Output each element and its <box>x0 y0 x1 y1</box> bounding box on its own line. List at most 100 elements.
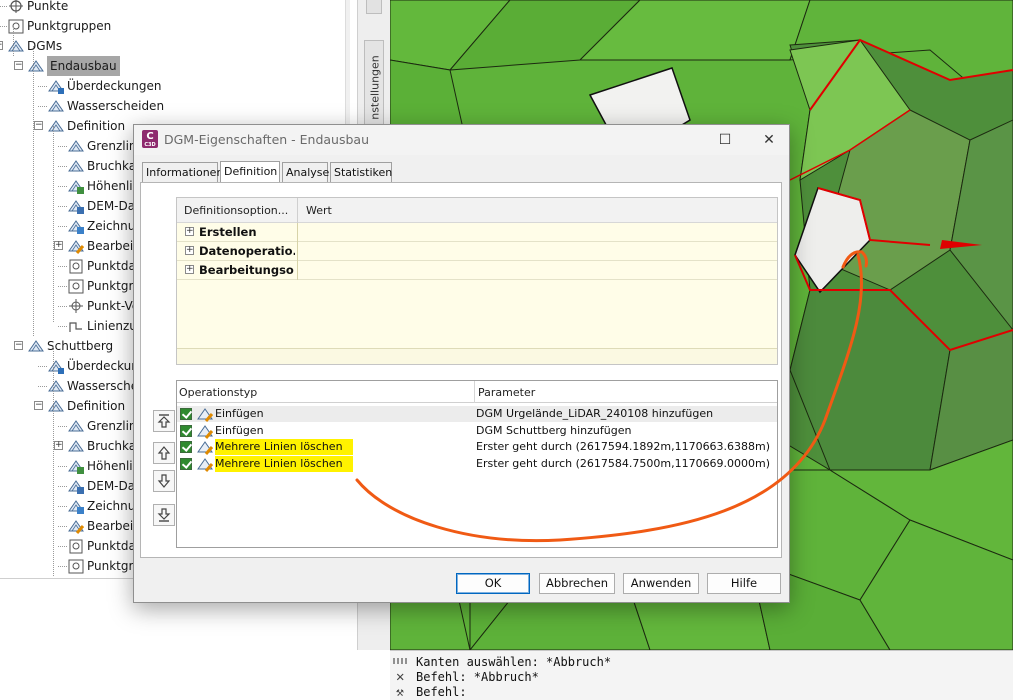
app-icon-letter: C <box>146 131 154 142</box>
collapse-icon[interactable]: − <box>0 41 3 50</box>
tab-statistiken[interactable]: Statistiken <box>330 162 392 183</box>
expand-icon[interactable]: + <box>54 241 63 250</box>
tree-item[interactable]: −DGMs <box>0 36 345 56</box>
point-files-icon <box>68 539 84 554</box>
tab-definition[interactable]: Definition <box>220 161 280 183</box>
palette-tab-stub[interactable] <box>366 0 382 14</box>
expand-icon[interactable]: + <box>185 246 194 255</box>
collapse-icon[interactable]: − <box>34 401 43 410</box>
command-line[interactable]: ✕ ⚒ Kanten auswählen: *Abbruch* Befehl: … <box>390 650 1013 700</box>
edits-icon <box>68 239 84 254</box>
edits-icon <box>68 519 84 534</box>
tree-item[interactable]: − Endausbau <box>0 56 345 76</box>
drawing-objects-icon <box>68 219 84 234</box>
tree-item[interactable]: Punktgruppen <box>0 16 345 36</box>
expand-icon[interactable]: + <box>185 265 194 274</box>
move-down-button[interactable] <box>153 470 175 492</box>
dem-files-icon <box>68 479 84 494</box>
operation-type: Mehrere Linien löschen <box>215 439 353 455</box>
palette-tab-label: nstellungen <box>368 55 382 120</box>
operation-enabled-checkbox[interactable] <box>180 457 192 470</box>
operation-enabled-checkbox[interactable] <box>180 408 192 420</box>
grid-row-datenoperationen[interactable]: + Datenoperatio... <box>177 242 777 261</box>
dialog-titlebar[interactable]: C C3D DGM-Eigenschaften - Endausbau ☐ ✕ <box>134 125 789 155</box>
surface-icon <box>28 339 44 354</box>
point-groups-icon <box>8 19 24 34</box>
maximize-icon[interactable]: ☐ <box>714 130 736 150</box>
collapse-icon[interactable]: − <box>14 341 23 350</box>
drawing-objects-icon <box>68 499 84 514</box>
definition-icon <box>48 399 64 414</box>
close-icon[interactable]: ✕ <box>396 669 404 685</box>
tree-connector <box>0 26 7 27</box>
palette-tab-einstellungen[interactable]: nstellungen <box>364 40 384 136</box>
column-divider <box>297 223 298 242</box>
move-to-top-button[interactable] <box>153 410 175 432</box>
point-files-icon <box>68 259 84 274</box>
tree-connector <box>33 46 34 336</box>
apply-button[interactable]: Anwenden <box>623 573 699 594</box>
column-header-option[interactable]: Definitionsoption... <box>184 204 288 217</box>
tab-analyse[interactable]: Analyse <box>282 162 329 183</box>
tab-informationen[interactable]: Informationen <box>142 162 223 183</box>
help-button[interactable]: Hilfe <box>707 573 781 594</box>
edit-operation-icon <box>197 439 214 455</box>
surface-properties-dialog: C C3D DGM-Eigenschaften - Endausbau ☐ ✕ … <box>133 124 790 603</box>
tree-connector <box>58 266 67 267</box>
move-up-button[interactable] <box>153 442 175 464</box>
operation-type: Mehrere Linien löschen <box>215 455 353 472</box>
grid-header: Definitionsoption... Wert <box>177 198 777 223</box>
watersheds-icon <box>48 99 64 114</box>
wrench-icon[interactable]: ⚒ <box>396 685 404 700</box>
tree-item-label: Definition <box>67 119 126 133</box>
tree-connector <box>58 186 67 187</box>
operations-list: Operationstyp Parameter Einfügen DGM Urge… <box>176 380 778 548</box>
arrow-bottom-icon <box>157 508 171 522</box>
operation-parameter: DGM Urgelände_LiDAR_240108 hinzufügen <box>476 407 714 420</box>
list-header: Operationstyp Parameter <box>177 381 777 403</box>
command-prompt[interactable]: Befehl: <box>416 685 467 700</box>
ok-button[interactable]: OK <box>456 573 530 594</box>
tree-item-label: Definition <box>67 399 126 413</box>
operation-row[interactable]: Mehrere Linien löschen Erster geht durch … <box>177 455 777 472</box>
collapse-icon[interactable]: − <box>34 121 43 130</box>
expand-icon[interactable]: + <box>54 441 63 450</box>
grid-row-erstellen[interactable]: + Erstellen <box>177 223 777 242</box>
operation-row[interactable]: Einfügen DGM Schuttberg hinzufügen <box>177 423 777 439</box>
tree-item[interactable]: Überdeckungen <box>0 76 345 96</box>
column-header-parameter[interactable]: Parameter <box>478 386 535 399</box>
dem-files-icon <box>68 199 84 214</box>
move-to-bottom-button[interactable] <box>153 504 175 526</box>
tree-item-label: DEM-Dat <box>87 479 140 493</box>
tree-connector <box>58 206 67 207</box>
operation-parameter: Erster geht durch (2617584.7500m,1170669… <box>476 456 771 470</box>
civil3d-app-icon: C C3D <box>142 130 158 148</box>
tree-item-label: Grenzlini <box>87 419 140 433</box>
column-header-operation-type[interactable]: Operationstyp <box>179 386 257 399</box>
cancel-button[interactable]: Abbrechen <box>539 573 615 594</box>
contours-icon <box>68 459 84 474</box>
breaklines-icon <box>68 159 84 174</box>
operation-enabled-checkbox[interactable] <box>180 441 192 453</box>
operation-row[interactable]: Mehrere Linien löschen Erster geht durch … <box>177 439 777 455</box>
point-survey-icon <box>68 299 84 314</box>
tree-item-label: Wasserschei <box>67 379 142 393</box>
tree-connector <box>53 126 54 322</box>
grip-icon[interactable] <box>393 658 409 664</box>
command-history-line: Kanten auswählen: *Abbruch* <box>416 655 612 669</box>
column-header-value[interactable]: Wert <box>306 204 332 217</box>
command-history-line: Befehl: *Abbruch* <box>416 670 539 684</box>
tree-connector <box>58 146 67 147</box>
tree-item[interactable]: Wasserscheiden <box>0 96 345 116</box>
tree-item[interactable]: Punkte <box>0 0 345 16</box>
grid-row-bearbeitungsoperationen[interactable]: + Bearbeitungso... <box>177 261 777 280</box>
arrow-up-icon <box>157 446 171 460</box>
operation-enabled-checkbox[interactable] <box>180 424 192 437</box>
close-icon[interactable]: ✕ <box>758 130 780 150</box>
collapse-icon[interactable]: − <box>14 61 23 70</box>
tree-item-label: Punktgruppen <box>27 19 112 33</box>
operation-row[interactable]: Einfügen DGM Urgelände_LiDAR_240108 hinzu… <box>177 406 777 422</box>
expand-icon[interactable]: + <box>185 227 194 236</box>
boundaries-icon <box>68 419 84 434</box>
masks-icon <box>48 359 64 374</box>
